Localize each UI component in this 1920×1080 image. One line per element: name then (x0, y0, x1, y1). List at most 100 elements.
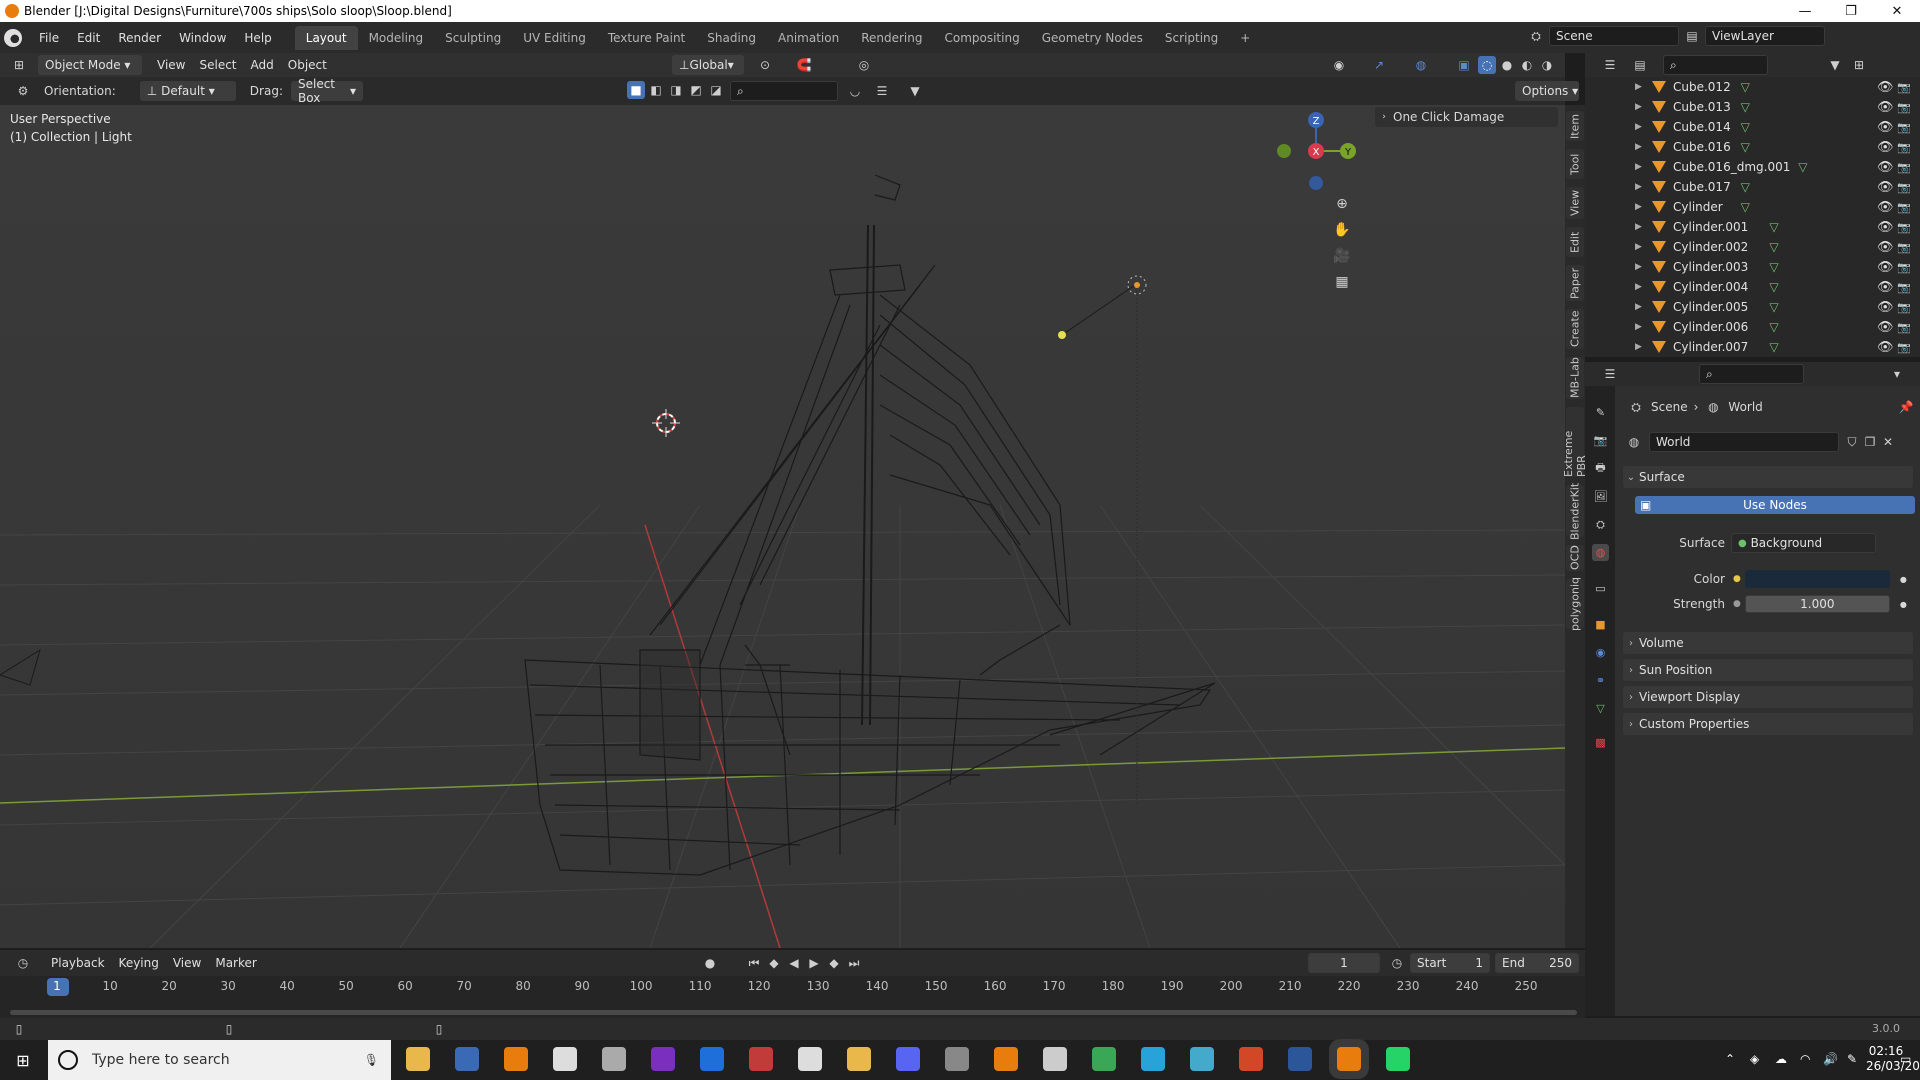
menu-render[interactable]: Render (109, 31, 170, 45)
sidebar-tab-paper[interactable]: Paper (1566, 265, 1584, 301)
camera-view-icon[interactable]: 🎥 (1333, 247, 1351, 265)
scene-tab-icon[interactable]: ⛭ (1592, 516, 1609, 533)
viewport-menu-view[interactable]: View (150, 55, 192, 75)
collection-tab-icon[interactable]: ▭ (1592, 580, 1609, 597)
world-name-field[interactable]: World (1649, 432, 1839, 452)
sidebar-tab-ocd[interactable]: OCD (1566, 545, 1584, 571)
menu-edit[interactable]: Edit (68, 31, 109, 45)
workspace-tab-layout[interactable]: Layout (294, 25, 358, 50)
viewlayer-selector[interactable]: ViewLayer (1705, 26, 1825, 46)
notepad-icon[interactable] (455, 1047, 479, 1071)
render-camera-icon[interactable]: 📷 (1897, 281, 1911, 294)
prev-keyframe-icon[interactable]: ◆ (765, 954, 783, 972)
one-click-damage-panel[interactable]: › One Click Damage (1375, 107, 1558, 127)
wireframe-shading-icon[interactable]: ◌ (1478, 56, 1496, 74)
outliner-editor-icon[interactable]: ☰ (1601, 56, 1619, 74)
mesh-data-icon[interactable]: ▽ (1769, 220, 1778, 234)
record-keyframe-icon[interactable]: ● (701, 954, 719, 972)
blender-app-icon[interactable] (504, 1047, 528, 1071)
proportional-edit-icon[interactable]: ◎ (855, 56, 873, 74)
strength-keyframe-icon[interactable]: ● (1900, 600, 1907, 609)
viewlayer-icon[interactable]: ▤ (1683, 27, 1701, 45)
expand-arrow-icon[interactable]: ▶ (1635, 282, 1642, 292)
navigation-gizmo[interactable]: Z Y X (1270, 108, 1360, 198)
timeline-editor-icon[interactable]: ◷ (14, 954, 32, 972)
eye-icon[interactable]: 👁 (1877, 240, 1894, 255)
mesh-data-icon[interactable]: ▽ (1769, 240, 1778, 254)
list-view-icon[interactable]: ☰ (873, 82, 891, 100)
properties-options-icon[interactable]: ▾ (1888, 365, 1906, 383)
view-layer-tab-icon[interactable]: 🖼 (1592, 488, 1609, 505)
timeline-menu-playback[interactable]: Playback (44, 953, 112, 973)
outliner-row[interactable]: ▶ Cube.016 ▽ 👁 📷 (1585, 137, 1920, 157)
xray-icon[interactable]: ▣ (1455, 56, 1473, 74)
sidebar-tab-polygoniq[interactable]: polygoniq (1566, 577, 1584, 631)
constraints-tab-icon[interactable]: ⚭ (1592, 672, 1609, 689)
blender-active-icon[interactable] (1337, 1047, 1361, 1071)
play-reverse-icon[interactable]: ◀ (785, 954, 803, 972)
transform-orientation-dropdown[interactable]: ⊥ Global ▾ (672, 55, 744, 75)
files-icon[interactable] (1190, 1047, 1214, 1071)
windows-start-icon[interactable]: ⊞ (14, 1051, 32, 1070)
render-camera-icon[interactable]: 📷 (1897, 181, 1911, 194)
eye-icon[interactable]: 👁 (1877, 220, 1894, 235)
outliner-display-mode-icon[interactable]: ▤ (1631, 56, 1649, 74)
use-nodes-button[interactable]: ▣ Use Nodes (1635, 496, 1915, 514)
mesh-data-icon[interactable]: ▽ (1741, 200, 1750, 214)
output-tab-icon[interactable]: 🖶 (1592, 460, 1609, 477)
pan-hand-icon[interactable]: ✋ (1333, 221, 1351, 239)
rendered-shading-icon[interactable]: ◑ (1538, 56, 1556, 74)
viewport-menu-select[interactable]: Select (192, 55, 243, 75)
taskbar-search[interactable]: Type here to search 🎙 (48, 1040, 391, 1080)
panel-sun-position[interactable]: › Sun Position (1623, 659, 1913, 681)
physics-tab-icon[interactable]: ◉ (1592, 644, 1609, 661)
panel-viewport-display[interactable]: › Viewport Display (1623, 686, 1913, 708)
sidebar-tab-view[interactable]: View (1566, 187, 1584, 219)
expand-arrow-icon[interactable]: ▶ (1635, 102, 1642, 112)
breadcrumb-world[interactable]: World (1728, 400, 1762, 414)
obs-icon[interactable] (553, 1047, 577, 1071)
mesh-data-icon[interactable]: ▽ (1769, 320, 1778, 334)
timeline-body[interactable]: 1 10 20 30 40 50 60 70 80 90 100 110 120 130 140 150 160… (0, 976, 1585, 1018)
outliner-row[interactable]: ▶ Cylinder.002 ▽ 👁 📷 (1585, 237, 1920, 257)
select-mode-invert-icon[interactable]: ◩ (687, 81, 705, 99)
render-camera-icon[interactable]: 📷 (1897, 121, 1911, 134)
mesh-data-icon[interactable]: ▽ (1769, 300, 1778, 314)
start-frame-field[interactable]: Start 1 (1410, 953, 1490, 973)
wifi-icon[interactable]: ◠ (1800, 1052, 1810, 1066)
object-tab-icon[interactable]: ■ (1592, 616, 1609, 633)
editor-type-icon[interactable]: ⊞ (10, 56, 28, 74)
notification-icon[interactable]: ▭ (1900, 1052, 1911, 1066)
mesh-data-icon[interactable]: ▽ (1741, 180, 1750, 194)
expand-arrow-icon[interactable]: ▶ (1635, 242, 1642, 252)
workspace-tab-geometry-nodes[interactable]: Geometry Nodes (1031, 26, 1154, 50)
current-frame-field[interactable]: 1 (1308, 953, 1380, 973)
render-camera-icon[interactable]: 📷 (1897, 301, 1911, 314)
3d-viewport[interactable] (0, 105, 1565, 948)
workspace-tab-texture-paint[interactable]: Texture Paint (597, 26, 696, 50)
outliner-row[interactable]: ▶ Cylinder.007 ▽ 👁 📷 (1585, 337, 1920, 357)
select-mode-extend-icon[interactable]: ◧ (647, 81, 665, 99)
substance-icon[interactable] (1141, 1047, 1165, 1071)
workspace-tab-scripting[interactable]: Scripting (1154, 26, 1229, 50)
eye-icon[interactable]: 👁 (1877, 320, 1894, 335)
viewport-menu-add[interactable]: Add (244, 55, 281, 75)
tool-tab-icon[interactable]: ✎ (1592, 404, 1609, 421)
render-camera-icon[interactable]: 📷 (1897, 341, 1911, 354)
mesh-data-icon[interactable]: ▽ (1769, 280, 1778, 294)
outliner-search-input[interactable]: ⌕ (1663, 55, 1768, 75)
restore-button[interactable]: ❐ (1828, 0, 1874, 22)
outliner-row[interactable]: ▶ Cylinder ▽ 👁 📷 (1585, 197, 1920, 217)
blender-menu-icon[interactable] (4, 28, 22, 47)
expand-arrow-icon[interactable]: ▶ (1635, 222, 1642, 232)
scene-selector[interactable]: Scene (1549, 26, 1679, 46)
filter-toggle-icon[interactable]: ◡ (846, 82, 864, 100)
browser-purple-icon[interactable] (651, 1047, 675, 1071)
render-camera-icon[interactable]: 📷 (1897, 221, 1911, 234)
timeline-menu-keying[interactable]: Keying (112, 953, 166, 973)
outliner-row[interactable]: ▶ Cube.014 ▽ 👁 📷 (1585, 117, 1920, 137)
outliner-row[interactable]: ▶ Cube.017 ▽ 👁 📷 (1585, 177, 1920, 197)
world-tab-icon[interactable]: ◍ (1592, 544, 1609, 561)
gizmo-neg-y-axis[interactable] (1277, 144, 1291, 158)
expand-arrow-icon[interactable]: ▶ (1635, 342, 1642, 352)
